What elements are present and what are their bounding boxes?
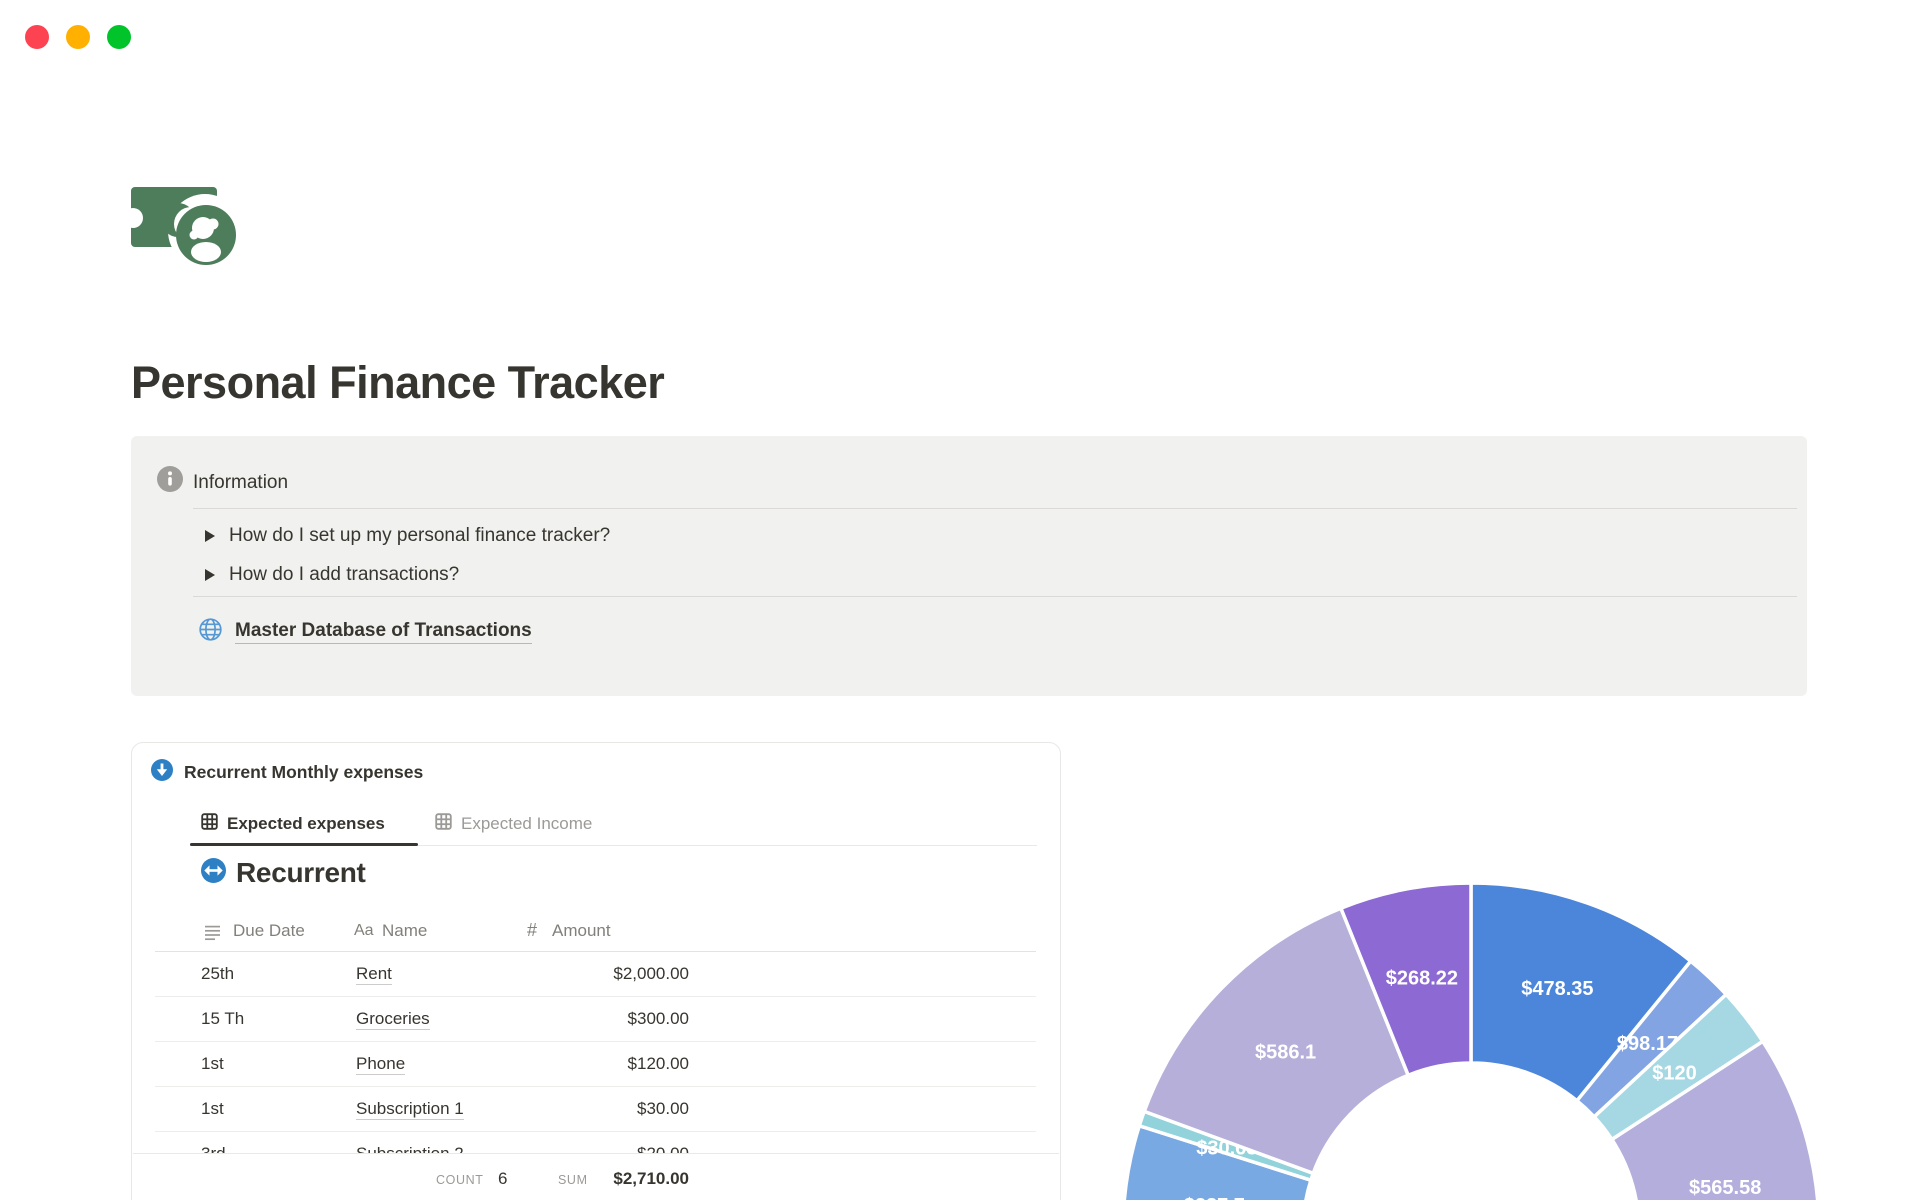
table-row[interactable]: 15 Th Groceries $300.00 <box>155 997 1036 1042</box>
recurrent-expenses-card: Recurrent Monthly expenses Expected expe… <box>131 742 1061 1200</box>
toggle-triangle-icon[interactable] <box>205 530 215 542</box>
sum-label[interactable]: SUM <box>558 1173 588 1187</box>
section-title[interactable]: Recurrent <box>236 857 366 889</box>
tab-expected-expenses[interactable]: Expected expenses <box>201 805 385 843</box>
table-row[interactable]: 1st Subscription 1 $30.00 <box>155 1087 1036 1132</box>
globe-icon <box>198 617 223 647</box>
cell-name-link[interactable]: Subscription 1 <box>356 1099 464 1120</box>
column-header-name[interactable]: Name <box>382 921 427 941</box>
list-property-icon <box>204 924 221 946</box>
close-window-button[interactable] <box>25 25 49 49</box>
tab-label: Expected expenses <box>227 814 385 833</box>
toggle-setup-question[interactable]: How do I set up my personal finance trac… <box>193 518 610 554</box>
maximize-window-button[interactable] <box>107 25 131 49</box>
donut-slice-label: $268.22 <box>1386 968 1458 990</box>
table-body: 25th Rent $2,000.00 15 Th Groceries $300.00 1s… <box>155 951 1036 1177</box>
cell-name: Groceries <box>356 1009 430 1030</box>
cell-due-date[interactable]: 1st <box>201 1054 224 1074</box>
toggle-add-transactions-question[interactable]: How do I add transactions? <box>193 557 459 593</box>
expenses-donut-chart: $478.35$98.17$120$565.58$287.7$30.68$586… <box>1122 881 1820 1200</box>
page-title[interactable]: Personal Finance Tracker <box>131 358 665 408</box>
divider <box>193 508 1797 509</box>
minimize-window-button[interactable] <box>66 25 90 49</box>
cell-name: Subscription 1 <box>356 1099 464 1120</box>
notion-page: Personal Finance Tracker Information How… <box>0 0 1920 1200</box>
recurrent-section-header: Recurrent <box>201 857 366 889</box>
table-icon <box>201 813 218 835</box>
window-controls <box>25 25 131 49</box>
sum-value[interactable]: $2,710.00 <box>595 1169 689 1189</box>
cell-name-link[interactable]: Rent <box>356 964 392 985</box>
table-header-row: Due Date Aa Name # Amount <box>132 913 1060 951</box>
donut-slice-label: $120 <box>1652 1062 1697 1084</box>
toggle-label: How do I add transactions? <box>229 564 460 585</box>
donut-slice-label: $287.7 <box>1184 1195 1245 1200</box>
card-header: Recurrent Monthly expenses <box>151 759 423 786</box>
cell-amount[interactable]: $300.00 <box>515 1009 689 1029</box>
active-tab-underline <box>190 843 418 846</box>
toggle-label: How do I set up my personal finance trac… <box>229 525 611 546</box>
toggle-triangle-icon[interactable] <box>205 569 215 581</box>
title-property-icon: Aa <box>354 922 374 939</box>
column-header-due-date[interactable]: Due Date <box>233 921 305 941</box>
page-icon-money-bill-coin[interactable] <box>123 185 242 268</box>
circle-left-right-arrows-icon <box>201 858 226 888</box>
master-database-link-row: Master Database of Transactions <box>198 612 532 652</box>
cell-amount[interactable]: $120.00 <box>515 1054 689 1074</box>
callout-title: Information <box>193 472 289 493</box>
table-row[interactable]: 25th Rent $2,000.00 <box>155 952 1036 997</box>
table-row[interactable]: 1st Phone $120.00 <box>155 1042 1036 1087</box>
cell-amount[interactable]: $30.00 <box>515 1099 689 1119</box>
donut-slice-label: $565.58 <box>1689 1177 1761 1199</box>
count-label[interactable]: COUNT <box>436 1173 483 1187</box>
circle-down-arrow-icon <box>151 759 173 786</box>
table-icon <box>435 813 452 835</box>
info-icon <box>157 466 183 497</box>
number-property-icon: # <box>527 920 538 940</box>
cell-due-date[interactable]: 1st <box>201 1099 224 1119</box>
cell-name: Rent <box>356 964 392 985</box>
cell-name: Phone <box>356 1054 406 1075</box>
card-title: Recurrent Monthly expenses <box>184 762 424 782</box>
cell-due-date[interactable]: 15 Th <box>201 1009 244 1029</box>
cell-amount[interactable]: $2,000.00 <box>515 964 689 984</box>
column-header-amount[interactable]: Amount <box>552 921 611 941</box>
table-footer: COUNT 6 SUM $2,710.00 <box>133 1153 1059 1200</box>
donut-slice-label: $586.1 <box>1255 1042 1316 1064</box>
cell-due-date[interactable]: 25th <box>201 964 234 984</box>
tab-label: Expected Income <box>461 814 593 833</box>
tab-expected-income[interactable]: Expected Income <box>435 805 592 843</box>
cell-name-link[interactable]: Phone <box>356 1054 406 1075</box>
donut-slice-label: $478.35 <box>1521 978 1593 1000</box>
count-value[interactable]: 6 <box>498 1169 507 1189</box>
divider <box>193 596 1797 597</box>
cell-name-link[interactable]: Groceries <box>356 1009 430 1030</box>
information-callout: Information How do I set up my personal … <box>131 436 1807 696</box>
master-database-link[interactable]: Master Database of Transactions <box>235 620 532 644</box>
